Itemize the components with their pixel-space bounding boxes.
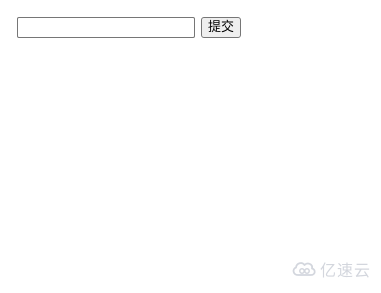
- watermark-brand-text: 亿速云: [319, 261, 371, 280]
- watermark: 亿速云: [291, 257, 371, 281]
- cloud-logo-icon: [292, 262, 316, 276]
- submit-button[interactable]: 提交: [201, 17, 242, 38]
- text-input[interactable]: [17, 17, 195, 38]
- page: 提交 亿速云: [0, 0, 381, 293]
- form-row: 提交: [17, 17, 242, 38]
